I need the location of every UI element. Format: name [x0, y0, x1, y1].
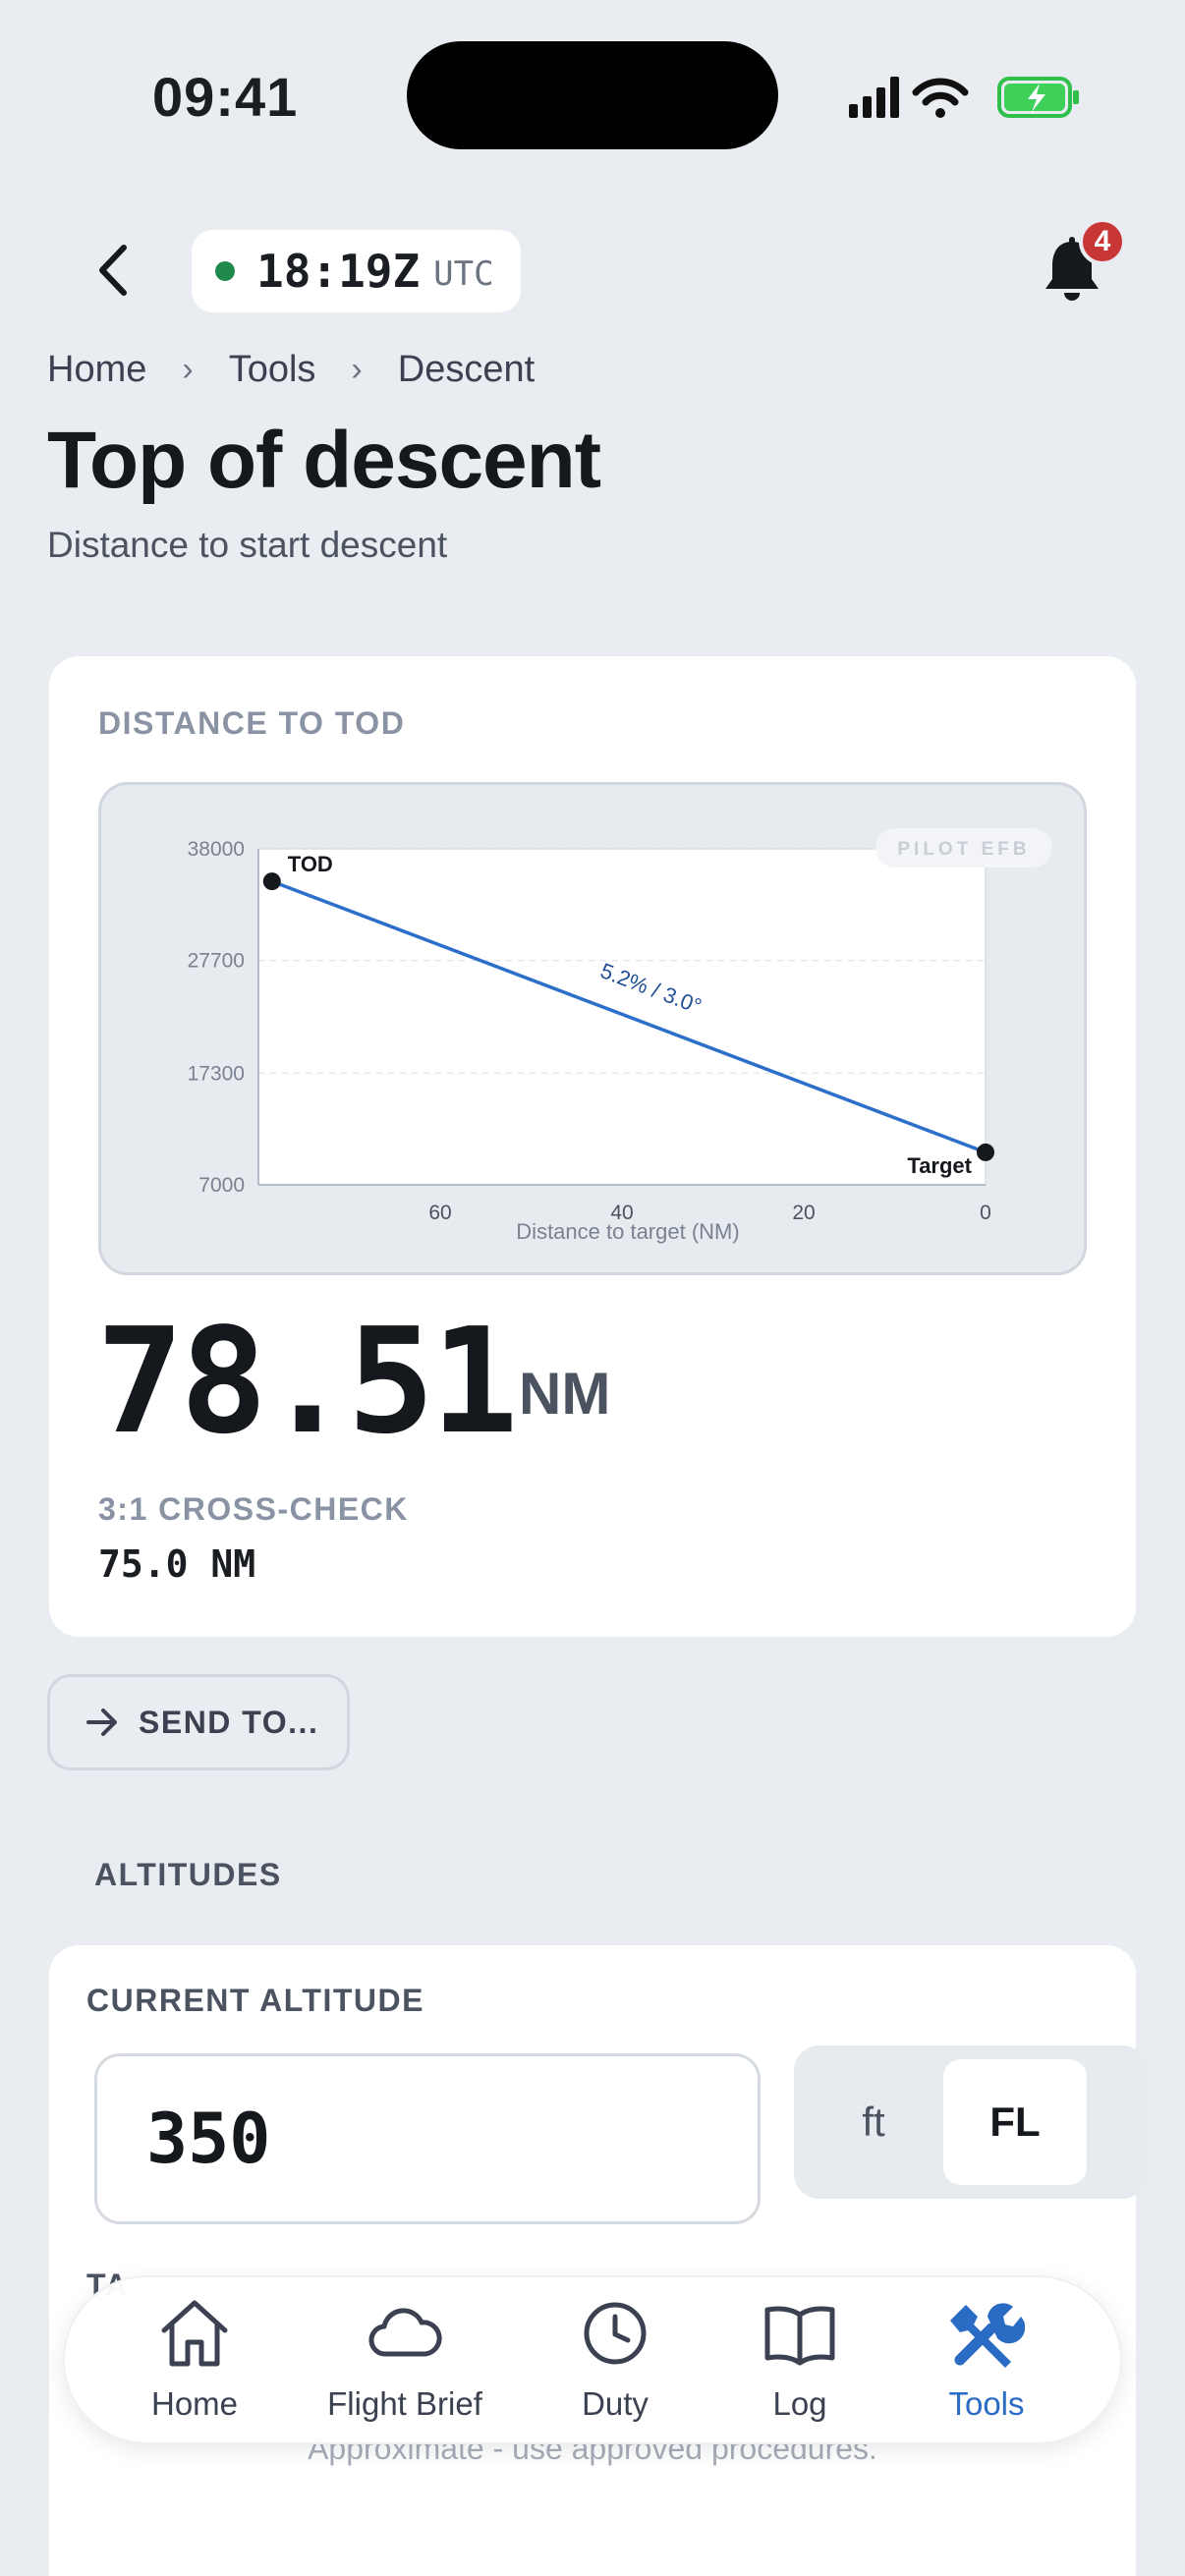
watermark-text: PILOT EFB: [897, 839, 1030, 860]
chevron-right-icon: ›: [351, 351, 363, 388]
page-subtitle: Distance to start descent: [47, 525, 448, 565]
result-unit: NM: [519, 1361, 611, 1427]
current-altitude-input[interactable]: 350: [94, 2053, 761, 2224]
utc-time: 18:19Z: [256, 245, 421, 298]
result-card: DISTANCE TO TOD 38000 27700 17300 7000 60 40 2…: [49, 656, 1136, 1637]
status-time: 09:41: [152, 66, 299, 128]
altitudes-card: CURRENT ALTITUDE 350 ft FL TA: [49, 1945, 1148, 2576]
result-value: 78.51: [96, 1297, 519, 1466]
tod-point-label: TOD: [288, 852, 333, 876]
watermark: PILOT EFB: [875, 828, 1052, 868]
target-point-label: Target: [907, 1153, 972, 1178]
unit-ft-option[interactable]: ft: [810, 2059, 937, 2185]
x-tick-label: 60: [428, 1202, 451, 1224]
cross-check-label: 3:1 CROSS-CHECK: [98, 1491, 409, 1527]
y-tick-label: 38000: [188, 838, 245, 861]
notification-badge: 4: [1079, 218, 1126, 265]
nav-label: Log: [772, 2385, 827, 2422]
breadcrumb: Home › Tools › Descent: [47, 349, 535, 391]
current-altitude-label: CURRENT ALTITUDE: [86, 1983, 424, 2018]
back-button[interactable]: [88, 236, 138, 305]
unit-fl-option[interactable]: FL: [943, 2059, 1087, 2185]
utc-clock[interactable]: 18:19Z UTC: [192, 230, 521, 312]
status-bar: 09:41: [0, 0, 1185, 187]
descent-chart: 38000 27700 17300 7000 60 40 20 0 TOD Target 5.2%…: [98, 782, 1087, 1275]
nav-label: Tools: [948, 2385, 1025, 2422]
home-icon: [161, 2300, 228, 2367]
dynamic-island: [407, 41, 778, 149]
nav-log[interactable]: Log: [702, 2295, 898, 2433]
breadcrumb-descent: Descent: [397, 349, 536, 390]
send-to-button[interactable]: SEND TO...: [47, 1674, 350, 1770]
wifi-icon: [912, 78, 969, 118]
nav-label: Home: [150, 2385, 239, 2422]
battery-icon: [997, 77, 1079, 118]
data-point: [262, 872, 281, 891]
arrow-right-icon: [86, 1708, 117, 1736]
nav-duty[interactable]: Duty: [517, 2295, 713, 2433]
bottom-nav: Home Flight Brief Duty Log Tools: [63, 2275, 1122, 2444]
nav-label: Duty: [582, 2385, 649, 2422]
utc-label: UTC: [433, 254, 494, 294]
y-tick-label: 17300: [188, 1062, 245, 1085]
nav-tools[interactable]: Tools: [888, 2295, 1085, 2433]
nav-home[interactable]: Home: [96, 2295, 293, 2433]
clock-icon: [584, 2302, 647, 2365]
signal-icon: [849, 77, 899, 118]
breadcrumb-home[interactable]: Home: [47, 349, 146, 391]
cross-check-value: 75.0 NM: [98, 1542, 256, 1586]
altitudes-section-label: ALTITUDES: [94, 1857, 282, 1892]
chevron-right-icon: ›: [182, 351, 194, 388]
x-tick-label: 0: [980, 1202, 991, 1224]
page-title: Top of descent: [47, 416, 601, 505]
x-axis-label: Distance to target (NM): [516, 1219, 739, 1244]
status-icons: [849, 77, 1079, 118]
status-dot: [215, 261, 235, 281]
result-label: DISTANCE TO TOD: [98, 705, 406, 741]
altitude-unit-toggle: ft FL: [794, 2045, 1148, 2199]
book-icon: [764, 2306, 835, 2366]
nav-flight-brief[interactable]: Flight Brief: [307, 2295, 503, 2433]
x-tick-label: 20: [792, 1202, 815, 1224]
tools-icon: [950, 2303, 1025, 2368]
chevron-left-icon: [99, 245, 127, 296]
breadcrumb-tools[interactable]: Tools: [229, 349, 316, 391]
descent-chart-svg: 380002770017300700060 40 20 0 TODTarget5.2%…: [188, 828, 1052, 1244]
y-tick-label: 27700: [188, 950, 245, 973]
y-tick-label: 7000: [198, 1174, 245, 1197]
send-to-label: SEND TO...: [139, 1704, 319, 1740]
cloud-icon: [368, 2308, 442, 2357]
data-point: [977, 1143, 994, 1161]
nav-label: Flight Brief: [327, 2385, 482, 2422]
